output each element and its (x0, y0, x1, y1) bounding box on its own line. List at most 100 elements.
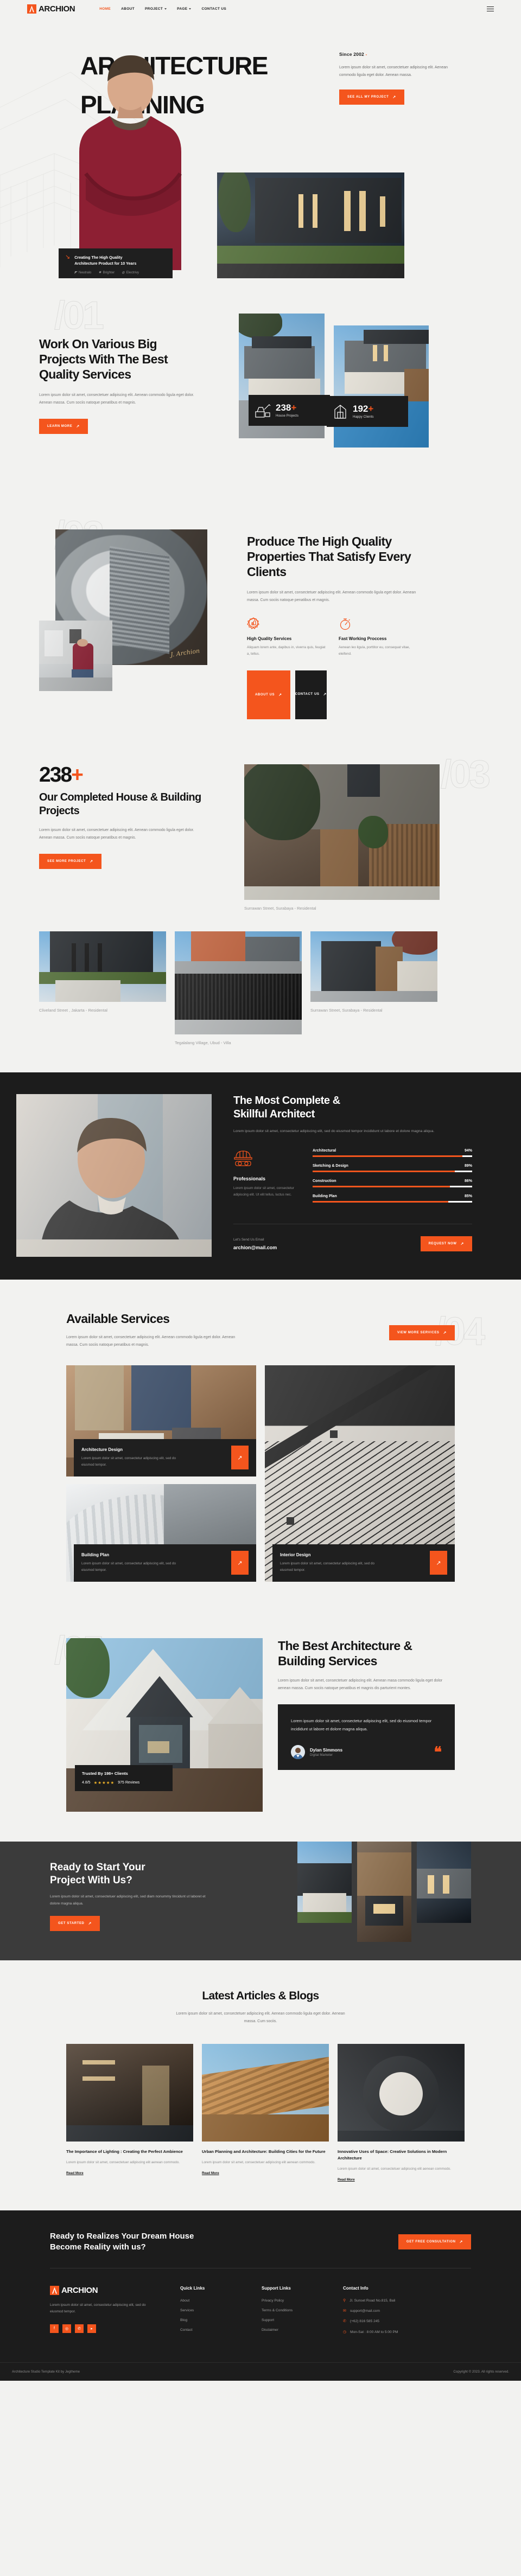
nav-item-project[interactable]: PROJECT (145, 7, 167, 11)
get-free-consultation-button[interactable]: GET FREE CONSULTATION ↗ (398, 2234, 471, 2249)
footer-credit: Architecture Studio Template Kit by Jegt… (12, 2370, 80, 2374)
arrow-up-right-icon: ↗ (460, 1242, 464, 1246)
hero-since: Since 2002 - (339, 52, 367, 57)
footer-link-services[interactable]: Services (180, 2309, 262, 2312)
get-started-button[interactable]: GET STARTED ↗ (50, 1916, 100, 1931)
location-pin-icon: ⚲ (343, 2298, 346, 2303)
project-caption: Surrawan Street, Surabaya - Residental (310, 1008, 383, 1013)
footer-copyright: Copyright © 2023. All rights reserved. (453, 2370, 509, 2374)
read-more-link[interactable]: Read More (202, 2171, 219, 2175)
blog-card[interactable]: Innovative Uses of Space: Creative Solut… (338, 2044, 465, 2183)
arrow-up-right-icon[interactable]: ↗ (231, 1551, 249, 1575)
section-02-title: Produce The High Quality Properties That… (247, 534, 411, 579)
contact-phone-row[interactable]: ✆ (+62) 816 585 245 (343, 2319, 468, 2324)
cta-title: Ready to Start Your Project With Us? (50, 1862, 145, 1886)
site-logo[interactable]: ARCHION (27, 4, 75, 14)
view-more-services-button[interactable]: VIEW MORE SERVICES ↗ (389, 1325, 455, 1340)
arrow-up-right-icon: ↗ (459, 2240, 463, 2244)
blog-photo (66, 2044, 193, 2142)
footer-link-blog[interactable]: Blog (180, 2318, 262, 2322)
button-label: CONTACT US (295, 693, 320, 696)
architect-signature: J. Archion (170, 647, 200, 659)
footer-logo[interactable]: ARCHION (50, 2285, 180, 2295)
skill-building-plan: Building Plan 85% (313, 1194, 472, 1203)
contact-email[interactable]: archion@mail.com (233, 1245, 277, 1250)
request-now-button[interactable]: REQUEST NOW ↗ (420, 1236, 472, 1251)
service-overlay: Architecture Design Lorem ipsum dolor si… (74, 1439, 256, 1476)
blog-post-title: Innovative Uses of Space: Creative Solut… (338, 2149, 447, 2160)
footer-link-disclaimer[interactable]: Disclaimer (262, 2328, 343, 2332)
footer-column-title: Quick Links (180, 2285, 205, 2291)
youtube-icon[interactable]: ▸ (87, 2324, 96, 2333)
blog-card[interactable]: Urban Planning and Architecture: Buildin… (202, 2044, 329, 2183)
read-more-link[interactable]: Read More (66, 2171, 84, 2175)
hero-highlight-card: ↘ Creating The High Quality Architecture… (59, 248, 173, 278)
blog-card[interactable]: The Importance of Lighting : Creating th… (66, 2044, 193, 2183)
arrow-up-right-icon: ↗ (443, 1331, 447, 1335)
architect-portrait-photo (16, 1094, 212, 1257)
arrow-down-right-icon: ↘ (65, 254, 71, 260)
button-label: REQUEST NOW (428, 1242, 457, 1245)
envelope-icon: ✉ (343, 2309, 346, 2313)
footer-link-about[interactable]: About (180, 2299, 262, 2303)
stat-card-happy-clients: 192+ Happy Clients (327, 396, 408, 427)
contact-email-row[interactable]: ✉ support@mail.com (343, 2309, 468, 2313)
read-more-link[interactable]: Read More (338, 2178, 355, 2182)
feature-title: High Quality Services (247, 636, 292, 641)
chevron-down-icon (164, 8, 167, 10)
nav-label: CONTACT US (201, 7, 227, 11)
blog-post-excerpt: Lorem ipsum dolor sit amet, consectetuer… (338, 2167, 451, 2171)
excavator-icon (255, 404, 271, 418)
hero-copy: Since 2002 - Lorem ipsum dolor sit amet,… (339, 52, 456, 105)
service-card-interior-design[interactable]: Interior Design Lorem ipsum dolor sit am… (265, 1365, 455, 1582)
footer-link-support[interactable]: Support (262, 2318, 343, 2322)
section-produce-high-quality: /02 J. Archion (0, 514, 521, 749)
clock-icon: ◷ (343, 2330, 347, 2334)
project-card[interactable]: Tegalalang Village, Ubud - Villa (175, 931, 302, 1045)
nav-item-page[interactable]: PAGE (177, 7, 192, 11)
footer-brand-description: Lorem ipsum dolor sit amet, consectetur … (50, 2303, 146, 2314)
see-all-project-button[interactable]: SEE ALL MY PROJECT ↗ (339, 90, 404, 105)
button-label: ABOUT US (255, 693, 275, 696)
nav-label: HOME (99, 7, 111, 11)
cta-photo (357, 1842, 411, 1942)
architect-working-photo (39, 621, 112, 691)
service-title: Building Plan (81, 1552, 110, 1557)
project-card[interactable]: Surrawan Street, Surabaya - Residental (310, 931, 437, 1013)
avatar (291, 1745, 305, 1759)
learn-more-button[interactable]: LEARN MORE ↗ (39, 419, 88, 434)
project-card[interactable]: Cliveland Street , Jakarta - Residental (39, 931, 166, 1013)
testimonial-author: Dylan Simmons (310, 1747, 343, 1753)
button-label: LEARN MORE (47, 425, 73, 428)
button-label: GET FREE CONSULTATION (406, 2240, 456, 2243)
feature-fast-working-process: Fast Working Proccess Aenean leo ligula,… (339, 617, 417, 657)
whatsapp-icon[interactable]: ✆ (75, 2324, 84, 2333)
footer-logo-text: ARCHION (61, 2285, 98, 2295)
helmet-goggles-icon (233, 1149, 298, 1170)
arrow-up-right-icon[interactable]: ↗ (430, 1551, 447, 1575)
footer-link-contact[interactable]: Contact (180, 2328, 262, 2332)
nav-item-contact-us[interactable]: CONTACT US (201, 7, 226, 11)
hamburger-icon[interactable] (487, 6, 494, 12)
about-us-button[interactable]: ABOUT US ↗ (247, 670, 290, 719)
nav-item-home[interactable]: HOME (99, 7, 111, 11)
electrivy-icon: ◍ (122, 271, 125, 274)
nav-item-about[interactable]: ABOUT (121, 7, 135, 11)
see-more-project-button[interactable]: SEE MORE PROJECT ↗ (39, 854, 101, 869)
facebook-icon[interactable]: f (50, 2324, 59, 2333)
hero-house-photo (217, 172, 404, 278)
contact-us-button[interactable]: CONTACT US ↗ (295, 670, 327, 719)
arrow-up-right-icon[interactable]: ↗ (231, 1446, 249, 1469)
blog-post-title: Urban Planning and Architecture: Buildin… (202, 2149, 326, 2154)
footer-link-terms[interactable]: Terms & Conditions (262, 2309, 343, 2312)
skill-label: Building Plan (313, 1194, 337, 1198)
service-card-building-plan[interactable]: Building Plan Lorem ipsum dolor sit amet… (66, 1484, 256, 1582)
best-services-title: The Best Architecture & Building Service… (278, 1639, 412, 1668)
cta-photo (417, 1842, 471, 1923)
neutralo-icon: ◤ (74, 271, 77, 274)
section-cta-band: Ready to Start Your Project With Us? Lor… (0, 1842, 521, 1960)
footer-link-privacy-policy[interactable]: Privacy Policy (262, 2299, 343, 2303)
skill-sketching-design: Sketching & Design 89% (313, 1164, 472, 1172)
service-card-architecture-design[interactable]: Architecture Design Lorem ipsum dolor si… (66, 1365, 256, 1476)
instagram-icon[interactable]: ◎ (62, 2324, 71, 2333)
